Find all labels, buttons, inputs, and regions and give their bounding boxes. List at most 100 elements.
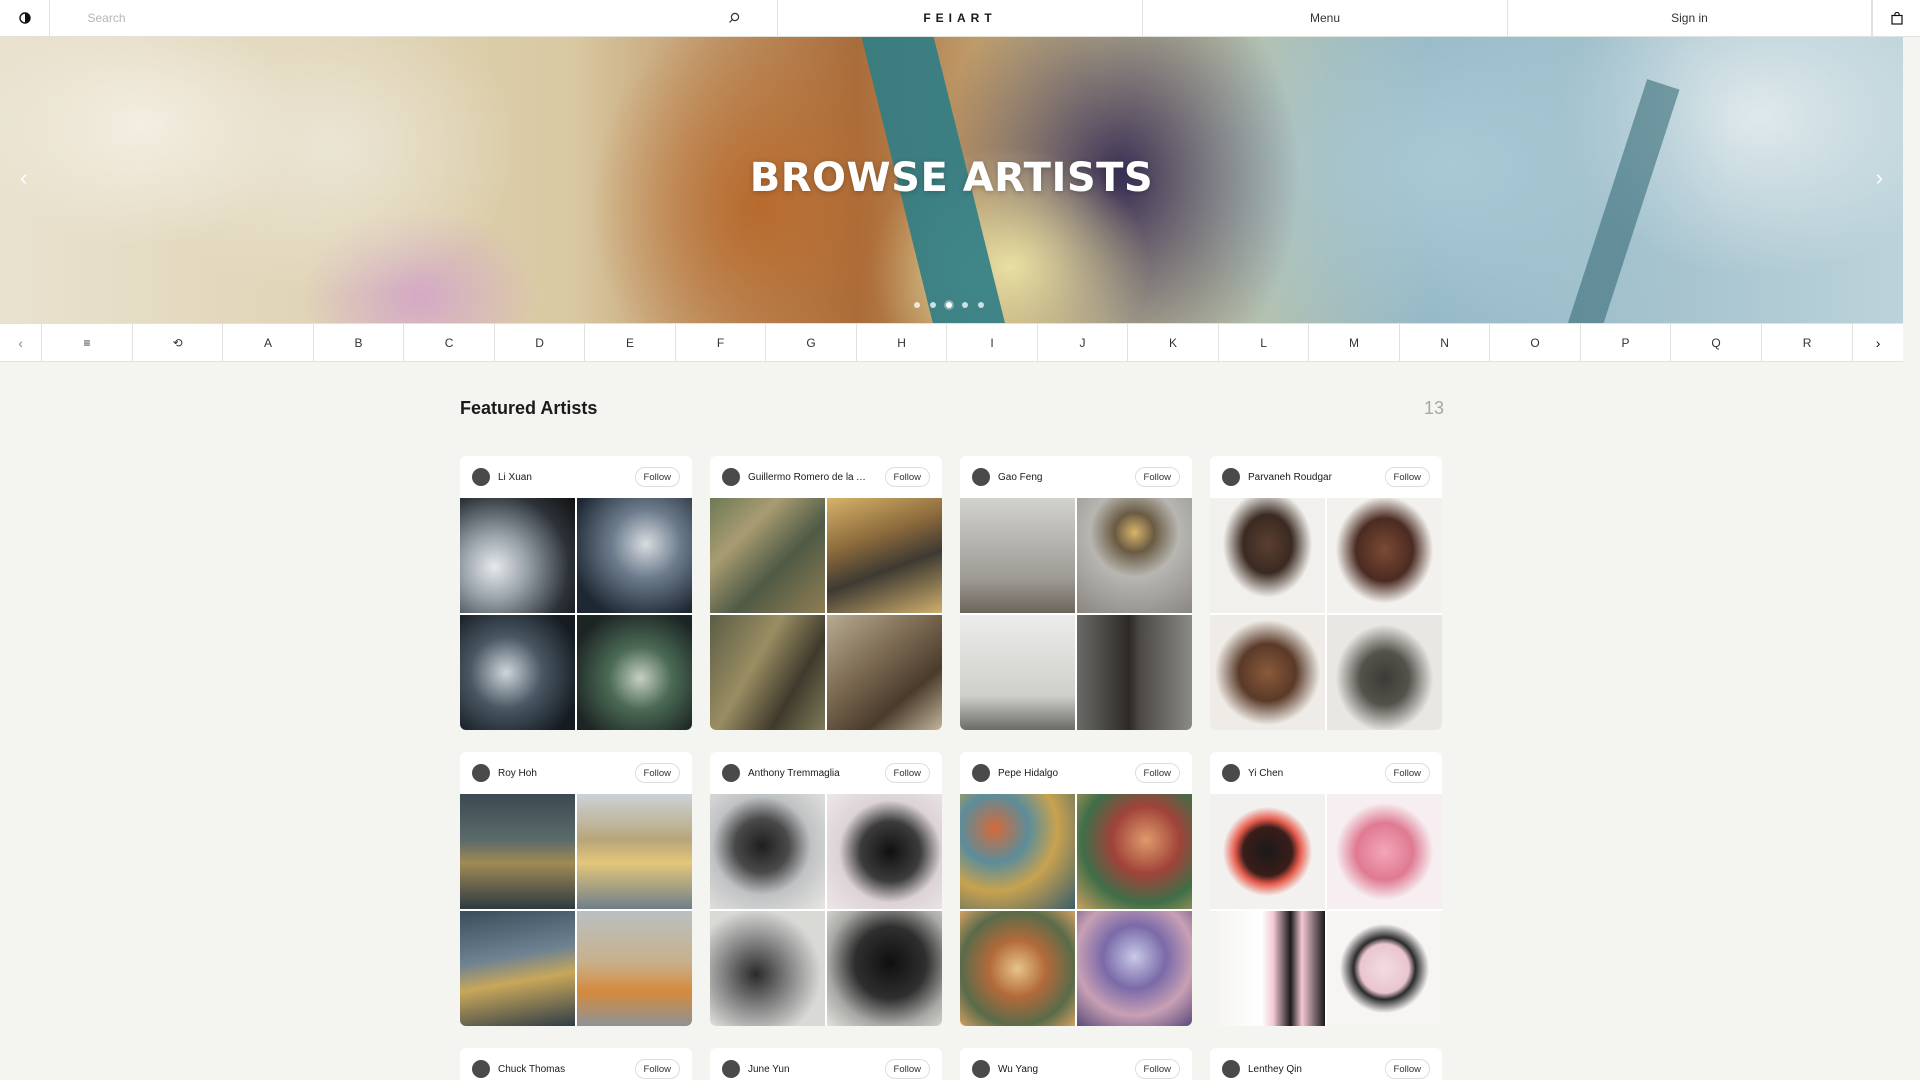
artist-name[interactable]: Roy Hoh: [498, 768, 618, 779]
artist-card[interactable]: Lenthey Qin Follow: [1210, 1048, 1442, 1080]
follow-button[interactable]: Follow: [1134, 763, 1180, 783]
artwork-thumbnail[interactable]: [1327, 794, 1442, 909]
artist-card[interactable]: June Yun Follow: [710, 1048, 942, 1080]
letter-filter[interactable]: C: [404, 324, 495, 361]
artist-card[interactable]: Roy Hoh Follow: [460, 752, 692, 1026]
letter-filter[interactable]: P: [1581, 324, 1672, 361]
artwork-thumbnail[interactable]: [960, 615, 1075, 730]
reset-filter[interactable]: ⟲: [133, 324, 224, 361]
artist-name[interactable]: Li Xuan: [498, 472, 618, 483]
artwork-thumbnail[interactable]: [1210, 794, 1325, 909]
avatar[interactable]: [722, 764, 740, 782]
artwork-thumbnail[interactable]: [710, 911, 825, 1026]
artist-card[interactable]: Yi Chen Follow: [1210, 752, 1442, 1026]
artwork-thumbnail[interactable]: [1210, 615, 1325, 730]
avatar[interactable]: [472, 764, 490, 782]
letter-filter[interactable]: O: [1490, 324, 1581, 361]
letter-filter[interactable]: B: [314, 324, 405, 361]
search-icon[interactable]: [728, 12, 740, 24]
letter-filter[interactable]: F: [676, 324, 767, 361]
artwork-thumbnail[interactable]: [827, 498, 942, 613]
follow-button[interactable]: Follow: [884, 763, 930, 783]
artist-name[interactable]: Guillermo Romero de la Ar...: [748, 472, 868, 483]
artwork-thumbnail[interactable]: [1077, 911, 1192, 1026]
letter-filter[interactable]: E: [585, 324, 676, 361]
follow-button[interactable]: Follow: [634, 763, 680, 783]
letter-filter[interactable]: H: [857, 324, 948, 361]
artwork-thumbnail[interactable]: [460, 615, 575, 730]
artist-name[interactable]: June Yun: [748, 1064, 868, 1075]
avatar[interactable]: [972, 468, 990, 486]
artwork-thumbnail[interactable]: [960, 498, 1075, 613]
follow-button[interactable]: Follow: [1384, 1059, 1430, 1079]
artwork-thumbnail[interactable]: [460, 911, 575, 1026]
follow-button[interactable]: Follow: [884, 467, 930, 487]
avatar[interactable]: [472, 1060, 490, 1078]
letter-filter[interactable]: M: [1309, 324, 1400, 361]
artist-card[interactable]: Gao Feng Follow: [960, 456, 1192, 730]
artwork-thumbnail[interactable]: [1077, 794, 1192, 909]
carousel-dot[interactable]: [962, 302, 968, 308]
theme-toggle[interactable]: [0, 0, 50, 36]
artwork-thumbnail[interactable]: [1327, 911, 1442, 1026]
artwork-thumbnail[interactable]: [960, 794, 1075, 909]
artwork-thumbnail[interactable]: [1077, 615, 1192, 730]
carousel-dot[interactable]: [978, 302, 984, 308]
artwork-thumbnail[interactable]: [1210, 498, 1325, 613]
letter-filter[interactable]: R: [1762, 324, 1853, 361]
letter-filter[interactable]: L: [1219, 324, 1310, 361]
alphabet-prev-arrow[interactable]: ‹: [0, 324, 43, 361]
artist-card[interactable]: Wu Yang Follow: [960, 1048, 1192, 1080]
carousel-dot[interactable]: [946, 302, 952, 308]
avatar[interactable]: [1222, 1060, 1240, 1078]
carousel-dot[interactable]: [914, 302, 920, 308]
letter-filter[interactable]: I: [947, 324, 1038, 361]
follow-button[interactable]: Follow: [1384, 467, 1430, 487]
avatar[interactable]: [972, 764, 990, 782]
artist-card[interactable]: Chuck Thomas Follow: [460, 1048, 692, 1080]
artwork-thumbnail[interactable]: [460, 794, 575, 909]
hero-next-arrow[interactable]: ›: [1876, 165, 1883, 191]
carousel-dot[interactable]: [930, 302, 936, 308]
artwork-thumbnail[interactable]: [710, 794, 825, 909]
avatar[interactable]: [472, 468, 490, 486]
follow-button[interactable]: Follow: [1134, 467, 1180, 487]
follow-button[interactable]: Follow: [1134, 1059, 1180, 1079]
follow-button[interactable]: Follow: [1384, 763, 1430, 783]
alphabet-next-arrow[interactable]: ›: [1852, 324, 1903, 361]
artwork-thumbnail[interactable]: [827, 911, 942, 1026]
artwork-thumbnail[interactable]: [710, 498, 825, 613]
list-view-filter[interactable]: ≡: [42, 324, 133, 361]
artwork-thumbnail[interactable]: [1210, 911, 1325, 1026]
artwork-thumbnail[interactable]: [827, 615, 942, 730]
artist-name[interactable]: Pepe Hidalgo: [998, 768, 1118, 779]
avatar[interactable]: [722, 468, 740, 486]
artist-name[interactable]: Parvaneh Roudgar: [1248, 472, 1368, 483]
letter-filter[interactable]: K: [1128, 324, 1219, 361]
artist-card[interactable]: Guillermo Romero de la Ar... Follow: [710, 456, 942, 730]
avatar[interactable]: [722, 1060, 740, 1078]
letter-filter[interactable]: G: [766, 324, 857, 361]
artist-name[interactable]: Lenthey Qin: [1248, 1064, 1368, 1075]
letter-filter[interactable]: J: [1038, 324, 1129, 361]
menu-button[interactable]: Menu: [1143, 0, 1508, 36]
follow-button[interactable]: Follow: [884, 1059, 930, 1079]
artwork-thumbnail[interactable]: [577, 794, 692, 909]
letter-filter[interactable]: D: [495, 324, 586, 361]
letter-filter[interactable]: Q: [1671, 324, 1762, 361]
artist-card[interactable]: Anthony Tremmaglia Follow: [710, 752, 942, 1026]
artwork-thumbnail[interactable]: [1327, 498, 1442, 613]
artist-name[interactable]: Anthony Tremmaglia: [748, 768, 868, 779]
cart-button[interactable]: [1872, 0, 1920, 36]
hero-prev-arrow[interactable]: ‹: [20, 165, 27, 191]
artwork-thumbnail[interactable]: [1327, 615, 1442, 730]
sign-in-link[interactable]: Sign in: [1508, 0, 1872, 36]
artist-name[interactable]: Yi Chen: [1248, 768, 1368, 779]
artwork-thumbnail[interactable]: [577, 498, 692, 613]
artwork-thumbnail[interactable]: [710, 615, 825, 730]
artwork-thumbnail[interactable]: [960, 911, 1075, 1026]
artwork-thumbnail[interactable]: [577, 911, 692, 1026]
letter-filter[interactable]: A: [223, 324, 314, 361]
artist-name[interactable]: Wu Yang: [998, 1064, 1118, 1075]
artwork-thumbnail[interactable]: [1077, 498, 1192, 613]
